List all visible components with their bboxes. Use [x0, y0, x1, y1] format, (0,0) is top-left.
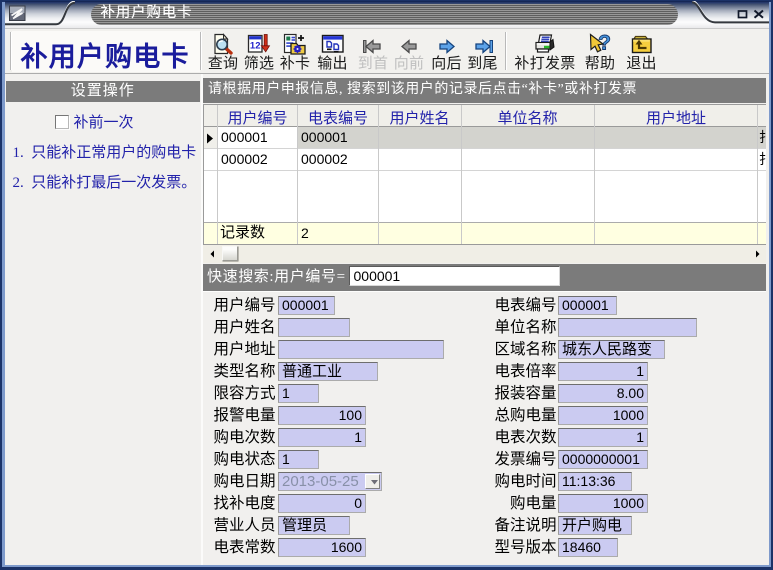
svg-text:12: 12 — [250, 41, 261, 52]
